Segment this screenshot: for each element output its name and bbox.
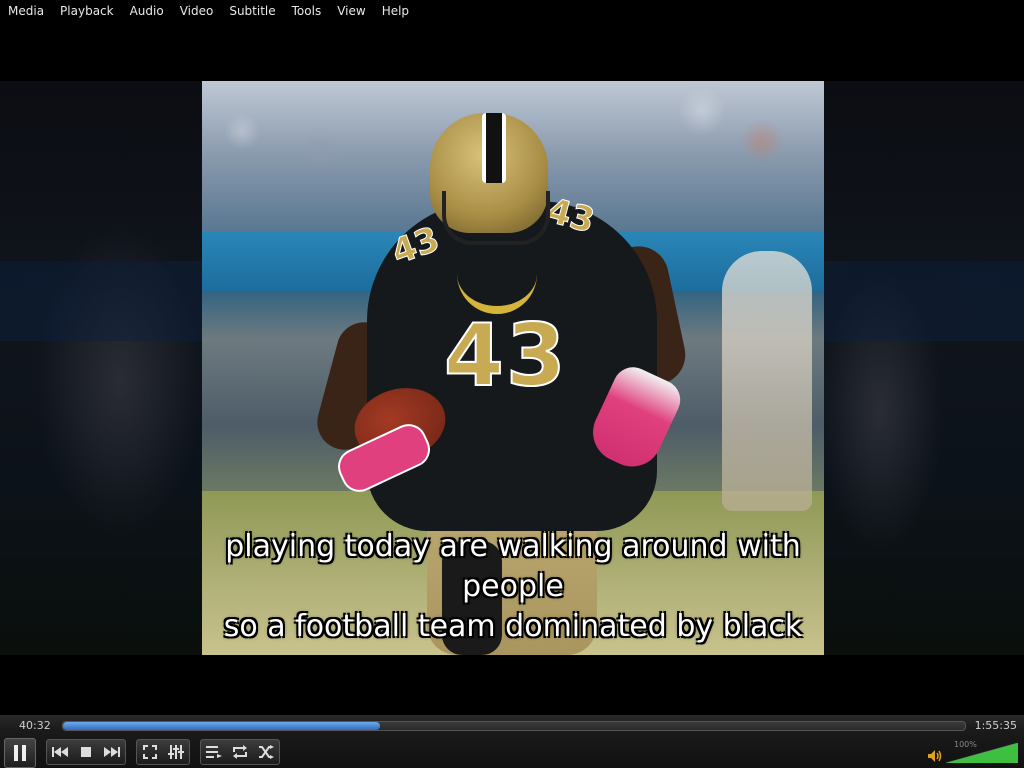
subtitle-line: playing today are walking around with (225, 529, 801, 564)
next-button[interactable] (99, 740, 125, 764)
seek-progress (63, 722, 380, 730)
jersey-number: 43 (443, 305, 568, 407)
transport-group (46, 739, 126, 765)
menu-help[interactable]: Help (374, 0, 417, 22)
playlist-button[interactable] (201, 740, 227, 764)
subtitle-overlay: playing today are walking around with pe… (202, 527, 824, 647)
helmet-stripe (482, 113, 506, 183)
view-group (136, 739, 190, 765)
menu-tools[interactable]: Tools (284, 0, 330, 22)
video-display[interactable]: 43 43 43 playing today are walking aroun… (0, 22, 1024, 715)
playlist-icon (206, 746, 222, 758)
shuffle-button[interactable] (253, 740, 279, 764)
menu-subtitle[interactable]: Subtitle (221, 0, 283, 22)
seek-row: 40:32 1:55:35 (0, 715, 1024, 737)
seek-slider[interactable] (62, 721, 966, 731)
subtitle-line: so a football team dominated by black (223, 609, 803, 644)
volume-control: 100% (928, 740, 1018, 765)
menu-playback[interactable]: Playback (52, 0, 122, 22)
previous-icon (52, 747, 68, 757)
extended-settings-button[interactable] (163, 740, 189, 764)
volume-slider[interactable] (946, 743, 1018, 763)
total-time: 1:55:35 (974, 719, 1017, 732)
stop-button[interactable] (73, 740, 99, 764)
speaker-icon[interactable] (928, 750, 942, 762)
fullscreen-icon (143, 745, 157, 759)
menu-audio[interactable]: Audio (122, 0, 172, 22)
loop-button[interactable] (227, 740, 253, 764)
menu-media[interactable]: Media (0, 0, 52, 22)
subtitle-line: people (462, 569, 564, 604)
loop-icon (233, 745, 247, 759)
stop-icon (81, 747, 91, 757)
menu-bar: Media Playback Audio Video Subtitle Tool… (0, 0, 1024, 22)
menu-view[interactable]: View (329, 0, 373, 22)
button-row: 100% (0, 737, 1024, 768)
extended-settings-icon (168, 745, 184, 759)
control-bar: 40:32 1:55:35 100% (0, 715, 1024, 768)
playlist-group (200, 739, 280, 765)
shuffle-icon (259, 745, 274, 759)
background-person (722, 251, 812, 511)
play-pause-button[interactable] (4, 738, 36, 768)
menu-video[interactable]: Video (172, 0, 222, 22)
fullscreen-button[interactable] (137, 740, 163, 764)
pause-icon (14, 745, 26, 761)
next-icon (104, 747, 120, 757)
helmet-facemask (442, 191, 550, 245)
previous-button[interactable] (47, 740, 73, 764)
elapsed-time: 40:32 (19, 719, 51, 732)
